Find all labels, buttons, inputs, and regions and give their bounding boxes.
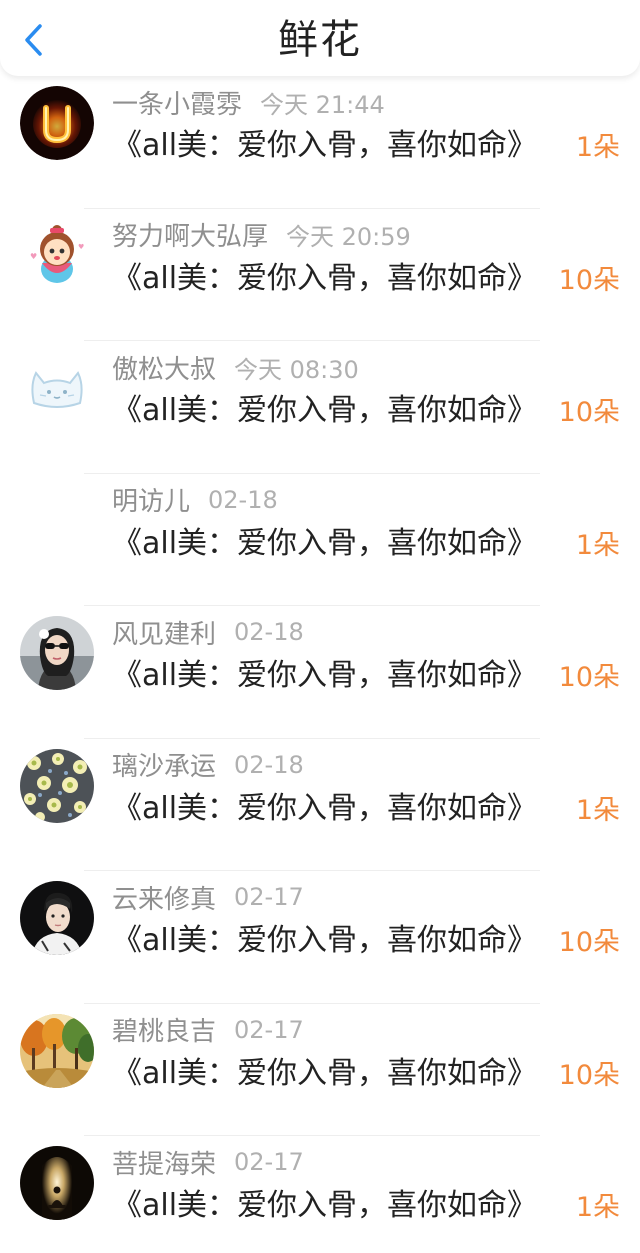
user-name[interactable]: 璃沙承运 xyxy=(112,746,216,783)
book-title: 《all美：爱你入骨，喜你如命》 xyxy=(112,923,538,958)
user-name[interactable]: 明访儿 xyxy=(112,481,190,518)
top-bar: 鲜花 xyxy=(0,0,640,76)
svg-text:♥: ♥ xyxy=(78,243,84,251)
user-info-line: 一条小霞雰 今天 21:44 xyxy=(112,82,385,122)
user-info-line: 碧桃良吉 02-17 xyxy=(112,1010,304,1050)
floral-pattern-avatar[interactable] xyxy=(20,748,94,823)
user-name[interactable]: 努力啊大弘厚 xyxy=(112,216,268,253)
flower-count: 1朵 xyxy=(575,1192,620,1223)
gift-time: 02-17 xyxy=(234,1148,304,1176)
gift-time: 今天 20:59 xyxy=(286,223,411,251)
flower-count: 10朵 xyxy=(558,662,620,693)
user-info-line: 傲松大叔 今天 08:30 xyxy=(112,347,359,387)
book-title: 《all美：爱你入骨，喜你如命》 xyxy=(112,1055,538,1091)
book-title: 《all美：爱你入骨，喜你如命》 xyxy=(112,128,538,163)
list-item[interactable]: 风见建利 02-18 《all美：爱你入骨，喜你如命》 10朵 xyxy=(0,606,640,739)
book-title: 《all美：爱你入骨，喜你如命》 xyxy=(112,525,538,561)
flower-count: 10朵 xyxy=(558,1059,620,1091)
blank-avatar[interactable] xyxy=(20,483,94,558)
user-info-line: 明访儿 02-18 xyxy=(112,480,278,520)
flaming-letter-u-avatar[interactable] xyxy=(20,86,94,160)
user-name[interactable]: 傲松大叔 xyxy=(112,349,216,386)
user-info-line: 风见建利 02-18 xyxy=(112,612,304,652)
meditation-light-avatar[interactable] xyxy=(20,1146,94,1220)
user-info-line: 努力啊大弘厚 今天 20:59 xyxy=(112,215,411,255)
autumn-trees-avatar[interactable] xyxy=(20,1013,94,1088)
user-info-line: 菩提海荣 02-17 xyxy=(112,1142,304,1182)
svg-text:♥: ♥ xyxy=(30,252,37,261)
list-item[interactable]: 碧桃良吉 02-17 《all美：爱你入骨，喜你如命》 10朵 xyxy=(0,1004,640,1137)
user-name[interactable]: 一条小霞雰 xyxy=(112,84,242,121)
woman-sunglasses-photo-avatar[interactable] xyxy=(20,616,94,690)
gift-time: 02-18 xyxy=(234,750,304,779)
list-item[interactable]: 明访儿 02-18 《all美：爱你入骨，喜你如命》 1朵 xyxy=(0,474,640,607)
list-item[interactable]: 菩提海荣 02-17 《all美：爱你入骨，喜你如命》 1朵 xyxy=(0,1136,640,1253)
cat-face-avatar[interactable] xyxy=(20,351,94,425)
flower-count: 10朵 xyxy=(558,927,620,958)
flower-count: 1朵 xyxy=(575,794,620,826)
flower-count: 10朵 xyxy=(558,264,620,296)
user-name[interactable]: 风见建利 xyxy=(112,614,216,651)
book-title: 《all美：爱你入骨，喜你如命》 xyxy=(112,260,538,296)
gift-time: 02-18 xyxy=(208,485,278,514)
list-item[interactable]: ♥ ♥ 努力啊大弘厚 今天 20:59 《all美：爱你入骨，喜你如命》 10朵 xyxy=(0,209,640,342)
flower-count: 1朵 xyxy=(575,132,620,163)
list-item[interactable]: 璃沙承运 02-18 《all美：爱你入骨，喜你如命》 1朵 xyxy=(0,739,640,872)
user-info-line: 云来修真 02-17 xyxy=(112,877,304,917)
gift-time: 02-18 xyxy=(234,618,304,646)
gift-time: 今天 21:44 xyxy=(260,90,385,119)
user-info-line: 璃沙承运 02-18 xyxy=(112,745,304,785)
book-title: 《all美：爱你入骨，喜你如命》 xyxy=(112,658,538,693)
flowers-page: 鲜花 一条小霞雰 今天 21:44 《all美：爱你入骨，喜你如命》 1朵 ♥ … xyxy=(0,0,640,1253)
book-title: 《all美：爱你入骨，喜你如命》 xyxy=(112,790,538,826)
gift-time: 02-17 xyxy=(234,883,304,911)
flower-record-list: 一条小霞雰 今天 21:44 《all美：爱你入骨，喜你如命》 1朵 ♥ ♥ 努… xyxy=(0,76,640,1253)
user-name[interactable]: 菩提海荣 xyxy=(112,1144,216,1181)
cartoon-girl-avatar[interactable]: ♥ ♥ xyxy=(20,218,94,293)
flower-count: 10朵 xyxy=(558,397,620,428)
young-man-photo-avatar[interactable] xyxy=(20,881,94,955)
user-name[interactable]: 云来修真 xyxy=(112,879,216,916)
page-title: 鲜花 xyxy=(278,17,362,63)
list-item[interactable]: 一条小霞雰 今天 21:44 《all美：爱你入骨，喜你如命》 1朵 xyxy=(0,76,640,209)
list-item[interactable]: 傲松大叔 今天 08:30 《all美：爱你入骨，喜你如命》 10朵 xyxy=(0,341,640,474)
gift-time: 今天 08:30 xyxy=(234,355,359,384)
gift-time: 02-17 xyxy=(234,1015,304,1044)
book-title: 《all美：爱你入骨，喜你如命》 xyxy=(112,1188,538,1223)
user-name[interactable]: 碧桃良吉 xyxy=(112,1011,216,1048)
list-item[interactable]: 云来修真 02-17 《all美：爱你入骨，喜你如命》 10朵 xyxy=(0,871,640,1004)
flower-count: 1朵 xyxy=(575,529,620,561)
book-title: 《all美：爱你入骨，喜你如命》 xyxy=(112,393,538,428)
